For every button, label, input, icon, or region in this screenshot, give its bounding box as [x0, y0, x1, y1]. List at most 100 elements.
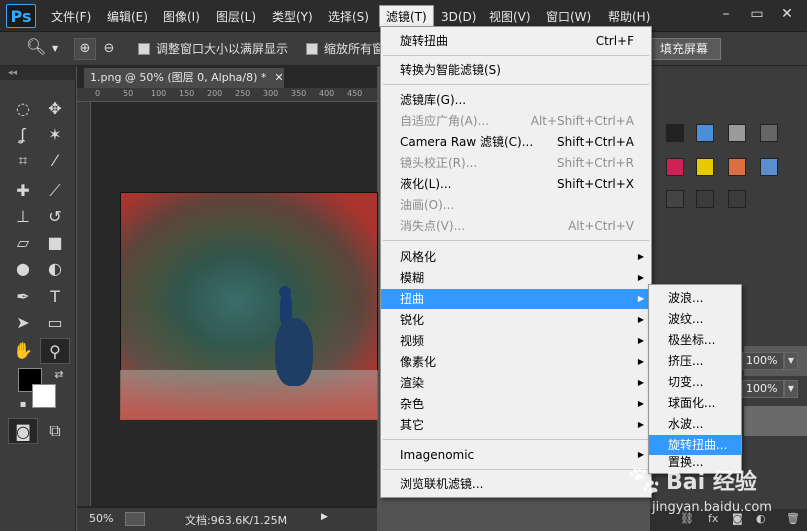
magic-wand-icon[interactable]: ✶ — [40, 122, 70, 148]
healing-brush-icon[interactable]: ✚ — [8, 178, 38, 204]
rectangle-tool-icon[interactable]: ▭ — [40, 310, 70, 336]
menu-file[interactable]: 文件(F) — [45, 6, 97, 28]
filter-gallery[interactable]: 滤镜库(G)... — [381, 90, 651, 110]
style-swatch[interactable] — [696, 158, 714, 176]
layer-row[interactable] — [744, 406, 807, 436]
eyedropper-icon[interactable]: ⁄ — [40, 148, 70, 174]
pen-tool-icon[interactable]: ✒ — [8, 284, 38, 310]
style-swatch[interactable] — [728, 124, 746, 142]
filter-noise[interactable]: 杂色 ▶ — [381, 394, 651, 414]
trash-icon[interactable]: 🗑︎ — [786, 512, 800, 525]
brush-tool-icon[interactable]: ⟋ — [40, 178, 70, 204]
filter-other[interactable]: 其它 ▶ — [381, 415, 651, 435]
blur-tool-icon[interactable]: ● — [8, 256, 38, 282]
menu-separator — [383, 469, 649, 470]
quick-mask-icon[interactable]: ◙ — [8, 418, 38, 444]
zoom-out-icon[interactable]: ⊖ — [98, 38, 120, 60]
zoom-tool-icon[interactable]: ⚲ — [40, 338, 70, 364]
style-swatch[interactable] — [760, 124, 778, 142]
menu-filter[interactable]: 滤镜(T) — [379, 5, 434, 27]
distort-pinch[interactable]: 挤压... — [649, 351, 741, 371]
fill-field[interactable]: 100% — [742, 380, 784, 398]
lasso-tool-icon[interactable]: ʆ — [8, 122, 38, 148]
move-tool-icon[interactable]: ✥ — [40, 96, 70, 122]
menu-select[interactable]: 选择(S) — [322, 6, 375, 28]
document-tab[interactable]: 1.png @ 50% (图层 0, Alpha/8) * ✕ — [84, 68, 284, 88]
history-brush-icon[interactable]: ↺ — [40, 204, 70, 230]
menu-3d[interactable]: 3D(D) — [435, 6, 482, 28]
style-swatch[interactable] — [696, 124, 714, 142]
toolbox-collapse-icon[interactable]: ◂◂ — [0, 66, 76, 80]
filter-liquify[interactable]: 液化(L)... Shift+Ctrl+X — [381, 174, 651, 194]
menu-item-label: 浏览联机滤镜... — [400, 477, 484, 491]
menu-layer[interactable]: 图层(L) — [210, 6, 262, 28]
menu-image[interactable]: 图像(I) — [157, 6, 206, 28]
filter-camera-raw[interactable]: Camera Raw 滤镜(C)... Shift+Ctrl+A — [381, 132, 651, 152]
filter-pixelate[interactable]: 像素化 ▶ — [381, 352, 651, 372]
zoom-all-checkbox[interactable]: 缩放所有窗 — [306, 40, 384, 58]
chevron-down-icon[interactable]: ▼ — [784, 380, 798, 398]
filter-sharpen[interactable]: 锐化 ▶ — [381, 310, 651, 330]
submenu-arrow-icon: ▶ — [637, 357, 644, 366]
fill-screen-button[interactable]: 填充屏幕 — [647, 38, 721, 60]
close-icon[interactable]: ✕ — [774, 4, 800, 24]
path-select-icon[interactable]: ➤ — [8, 310, 38, 336]
filter-lens-correction: 镜头校正(R)... Shift+Ctrl+R — [381, 153, 651, 173]
filter-browse-online[interactable]: 浏览联机滤镜... — [381, 474, 651, 494]
minimize-icon[interactable]: – — [713, 4, 739, 24]
crop-tool-icon[interactable]: ⌗ — [8, 148, 38, 174]
swap-colors-icon[interactable]: ⇄ — [44, 362, 74, 388]
style-swatch[interactable] — [760, 158, 778, 176]
menu-window[interactable]: 窗口(W) — [540, 6, 597, 28]
distort-zigzag[interactable]: 水波... — [649, 414, 741, 434]
style-swatch[interactable] — [666, 158, 684, 176]
filter-render[interactable]: 渲染 ▶ — [381, 373, 651, 393]
chevron-down-icon[interactable]: ▼ — [52, 40, 58, 58]
checkbox-box[interactable] — [138, 43, 150, 55]
menu-view[interactable]: 视图(V) — [483, 6, 537, 28]
zoom-tool-icon[interactable]: 🔍︎ — [26, 38, 46, 56]
gradient-tool-icon[interactable]: ■ — [40, 230, 70, 256]
style-swatch[interactable] — [666, 124, 684, 142]
filter-distort[interactable]: 扭曲 ▶ — [381, 289, 651, 309]
filter-blur[interactable]: 模糊 ▶ — [381, 268, 651, 288]
filter-video[interactable]: 视频 ▶ — [381, 331, 651, 351]
default-colors-icon[interactable]: ▪ — [8, 392, 38, 418]
distort-wave[interactable]: 波浪... — [649, 288, 741, 308]
resize-window-checkbox[interactable]: 调整窗口大小以满屏显示 — [138, 40, 288, 58]
zoom-in-icon[interactable]: ⊕ — [74, 38, 96, 60]
style-swatch[interactable] — [728, 158, 746, 176]
type-tool-icon[interactable]: T — [40, 284, 70, 310]
chevron-down-icon[interactable]: ▼ — [784, 352, 798, 370]
style-swatch[interactable] — [728, 190, 746, 208]
marquee-tool-icon[interactable]: ◌ — [8, 96, 38, 122]
style-swatch[interactable] — [666, 190, 684, 208]
menu-help[interactable]: 帮助(H) — [602, 6, 656, 28]
filter-stylize[interactable]: 风格化 ▶ — [381, 247, 651, 267]
status-arrow-icon[interactable]: ▶ — [321, 512, 328, 522]
restore-icon[interactable]: ▭ — [744, 4, 770, 24]
filter-last-twirl[interactable]: 旋转扭曲 Ctrl+F — [381, 31, 651, 51]
menu-item-label: 液化(L)... — [400, 177, 452, 191]
status-toggle-icon[interactable] — [125, 512, 145, 526]
menu-edit[interactable]: 编辑(E) — [101, 6, 154, 28]
opacity-field[interactable]: 100% — [742, 352, 784, 370]
clone-stamp-icon[interactable]: ⊥ — [8, 204, 38, 230]
distort-spherize[interactable]: 球面化... — [649, 393, 741, 413]
screen-mode-icon[interactable]: ⧉ — [40, 418, 70, 444]
menu-item-label: Camera Raw 滤镜(C)... — [400, 135, 534, 149]
filter-imagenomic[interactable]: Imagenomic ▶ — [381, 445, 651, 465]
zoom-level[interactable]: 50% — [89, 512, 113, 525]
style-swatch[interactable] — [696, 190, 714, 208]
menu-item-shortcut: Shift+Ctrl+A — [557, 135, 634, 149]
dodge-tool-icon[interactable]: ◐ — [40, 256, 70, 282]
filter-convert-smart[interactable]: 转换为智能滤镜(S) — [381, 60, 651, 80]
distort-shear[interactable]: 切变... — [649, 372, 741, 392]
distort-ripple[interactable]: 波纹... — [649, 309, 741, 329]
checkbox-box[interactable] — [306, 43, 318, 55]
distort-polar-coordinates[interactable]: 极坐标... — [649, 330, 741, 350]
menu-type[interactable]: 类型(Y) — [266, 6, 319, 28]
eraser-icon[interactable]: ▱ — [8, 230, 38, 256]
close-tab-icon[interactable]: ✕ — [274, 71, 283, 84]
hand-tool-icon[interactable]: ✋ — [8, 338, 38, 364]
